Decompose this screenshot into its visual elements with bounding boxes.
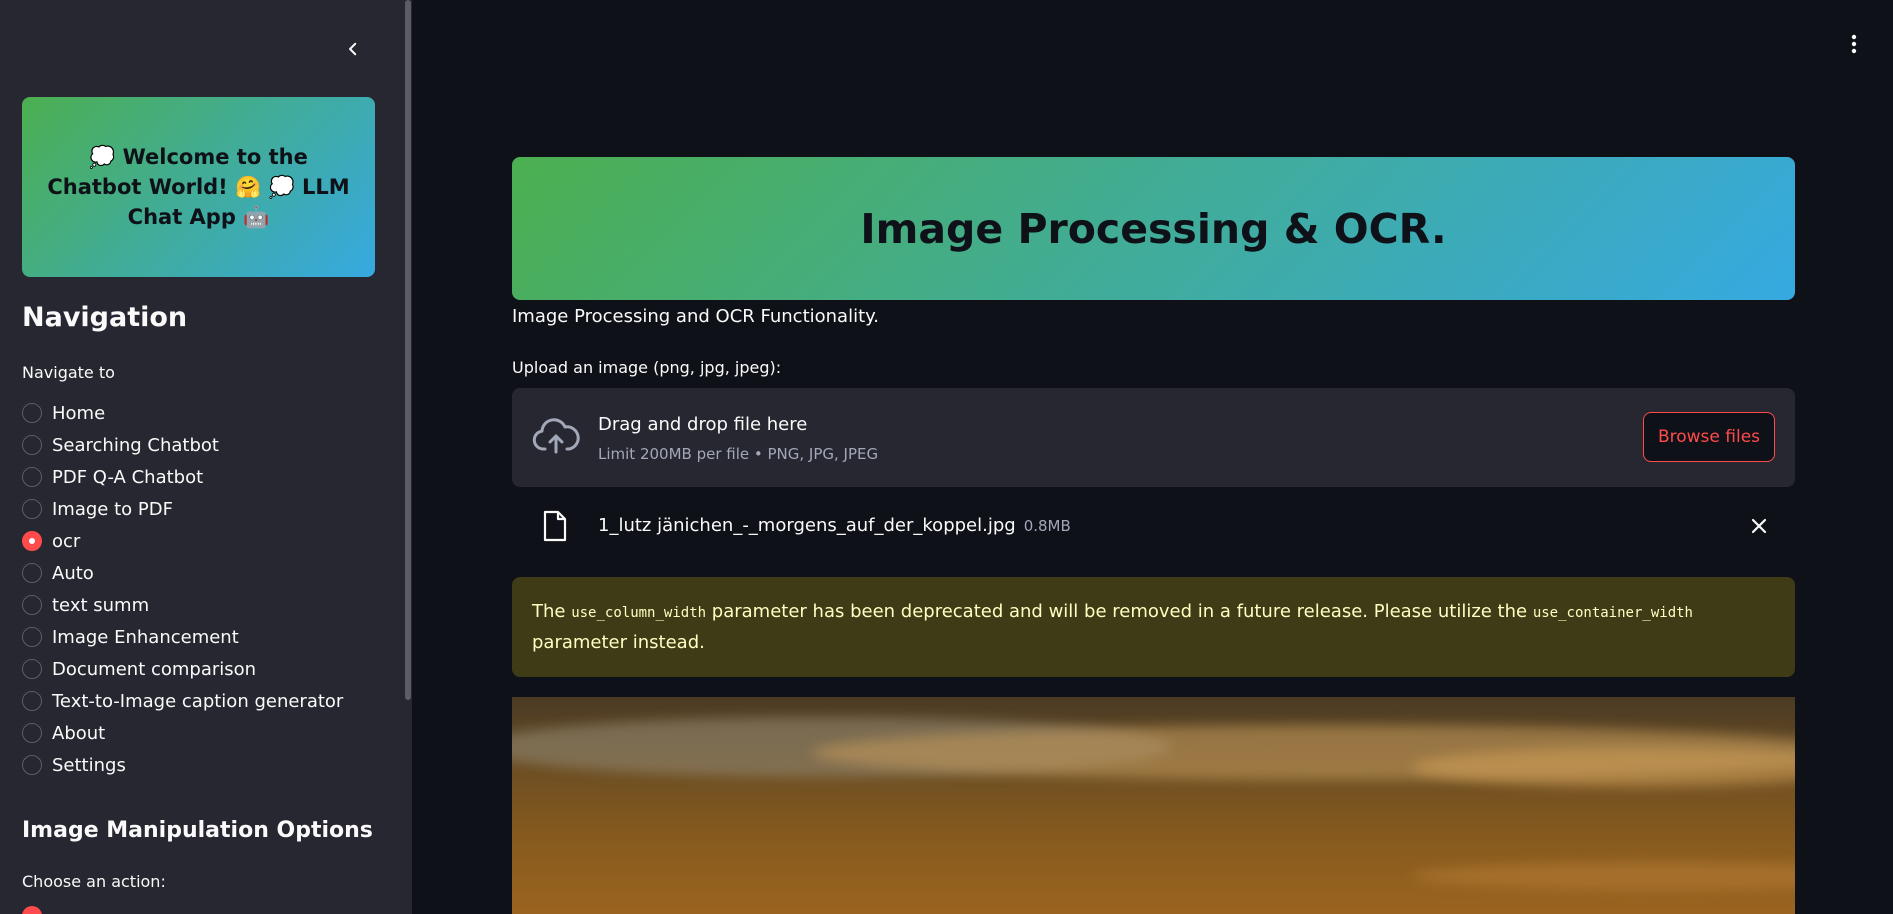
nav-item-settings[interactable]: Settings <box>22 749 343 781</box>
close-icon <box>1751 518 1767 534</box>
remove-file-button[interactable] <box>1745 512 1773 540</box>
dropzone-limit: Limit 200MB per file • PNG, JPG, JPEG <box>598 445 879 463</box>
nav-item-caption-generator[interactable]: Text-to-Image caption generator <box>22 685 343 717</box>
main-menu-button[interactable] <box>1838 28 1870 60</box>
nav-item-label: text summ <box>52 594 150 616</box>
nav-item-label: Document comparison <box>52 658 257 680</box>
warning-code-1: use_column_width <box>571 605 707 621</box>
radio-button[interactable] <box>22 595 42 615</box>
kebab-menu-icon <box>1851 34 1857 54</box>
nav-item-auto[interactable]: Auto <box>22 557 343 589</box>
nav-item-pdf-qa-chatbot[interactable]: PDF Q-A Chatbot <box>22 461 343 493</box>
uploaded-file-row: 1_lutz jänichen_-_morgens_auf_der_koppel… <box>512 504 1795 548</box>
browse-files-button[interactable]: Browse files <box>1643 412 1775 462</box>
welcome-title: 💭 Welcome to the Chatbot World! 🤗 💭 LLM … <box>47 145 350 229</box>
cloud-streak <box>1412 747 1795 787</box>
radio-button[interactable] <box>22 659 42 679</box>
uploaded-image-preview <box>512 697 1795 914</box>
navigation-heading: Navigation <box>22 302 188 333</box>
nav-item-searching-chatbot[interactable]: Searching Chatbot <box>22 429 343 461</box>
nav-item-label: About <box>52 722 106 744</box>
radio-button[interactable] <box>22 403 42 423</box>
cloud-streak <box>1412 862 1795 890</box>
warning-text-1: The <box>532 601 572 622</box>
radio-button[interactable] <box>22 723 42 743</box>
file-dropzone[interactable]: Drag and drop file here Limit 200MB per … <box>512 388 1795 487</box>
warning-code-2: use_container_width <box>1532 605 1693 621</box>
cloud-upload-icon <box>532 418 580 454</box>
welcome-card: 💭 Welcome to the Chatbot World! 🤗 💭 LLM … <box>22 97 375 277</box>
nav-item-label: Auto <box>52 562 94 584</box>
deprecation-warning: The use_column_width parameter has been … <box>512 577 1795 677</box>
nav-item-label: ocr <box>52 530 81 552</box>
page-subtitle: Image Processing and OCR Functionality. <box>512 306 879 327</box>
warning-text-2: parameter has been deprecated and will b… <box>706 601 1533 622</box>
nav-item-label: Image to PDF <box>52 498 173 520</box>
radio-button[interactable] <box>22 435 42 455</box>
radio-button-selected[interactable] <box>22 531 42 551</box>
nav-item-document-comparison[interactable]: Document comparison <box>22 653 343 685</box>
page-title: Image Processing & OCR. <box>860 204 1447 253</box>
dropzone-title: Drag and drop file here <box>598 414 808 435</box>
nav-item-label: Home <box>52 402 106 424</box>
nav-item-text-summ[interactable]: text summ <box>22 589 343 621</box>
nav-item-image-enhancement[interactable]: Image Enhancement <box>22 621 343 653</box>
nav-item-ocr[interactable]: ocr <box>22 525 343 557</box>
chevron-left-icon <box>349 42 357 56</box>
uploaded-file-name: 1_lutz jänichen_-_morgens_auf_der_koppel… <box>598 515 1071 536</box>
sidebar-scrollbar[interactable] <box>405 0 411 700</box>
radio-button[interactable] <box>22 755 42 775</box>
page-banner: Image Processing & OCR. <box>512 157 1795 300</box>
choose-action-label: Choose an action: <box>22 872 166 891</box>
radio-button[interactable] <box>22 563 42 583</box>
radio-button[interactable] <box>22 691 42 711</box>
nav-item-label: PDF Q-A Chatbot <box>52 466 204 488</box>
nav-item-label: Image Enhancement <box>52 626 239 648</box>
nav-item-label: Settings <box>52 754 126 776</box>
upload-label: Upload an image (png, jpg, jpeg): <box>512 358 782 377</box>
nav-item-label: Text-to-Image caption generator <box>52 690 344 712</box>
nav-item-about[interactable]: About <box>22 717 343 749</box>
collapse-sidebar-button[interactable] <box>337 33 369 65</box>
sidebar: 💭 Welcome to the Chatbot World! 🤗 💭 LLM … <box>0 0 412 914</box>
nav-item-image-to-pdf[interactable]: Image to PDF <box>22 493 343 525</box>
warning-text-3: parameter instead. <box>532 632 705 653</box>
file-name-text: 1_lutz jänichen_-_morgens_auf_der_koppel… <box>598 515 1016 536</box>
radio-button[interactable] <box>22 467 42 487</box>
radio-button[interactable] <box>22 499 42 519</box>
radio-button[interactable] <box>22 627 42 647</box>
nav-item-home[interactable]: Home <box>22 397 343 429</box>
action-radio-selected[interactable] <box>22 906 42 914</box>
file-size: 0.8MB <box>1023 517 1071 535</box>
navigation-radio-group: Home Searching Chatbot PDF Q-A Chatbot I… <box>22 397 343 781</box>
file-icon <box>543 510 567 542</box>
nav-item-label: Searching Chatbot <box>52 434 219 456</box>
image-options-heading: Image Manipulation Options <box>22 818 373 843</box>
navigate-to-label: Navigate to <box>22 363 115 382</box>
